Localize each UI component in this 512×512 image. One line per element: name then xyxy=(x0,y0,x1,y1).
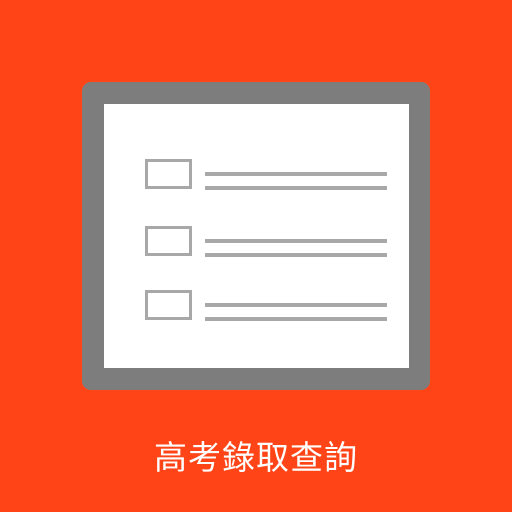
text-line xyxy=(205,239,387,243)
list-item xyxy=(145,290,388,324)
text-line xyxy=(205,172,387,176)
checkbox-icon xyxy=(145,290,192,320)
checkbox-icon xyxy=(145,159,192,189)
app-title: 高考錄取查詢 xyxy=(154,438,358,477)
list-item xyxy=(145,159,388,193)
text-line xyxy=(205,303,387,307)
text-line xyxy=(205,186,387,190)
app-icon[interactable]: 高考錄取查詢 xyxy=(0,0,512,512)
text-line xyxy=(205,253,387,257)
checkbox-icon xyxy=(145,226,192,256)
list-item xyxy=(145,226,388,260)
text-line xyxy=(205,317,387,321)
